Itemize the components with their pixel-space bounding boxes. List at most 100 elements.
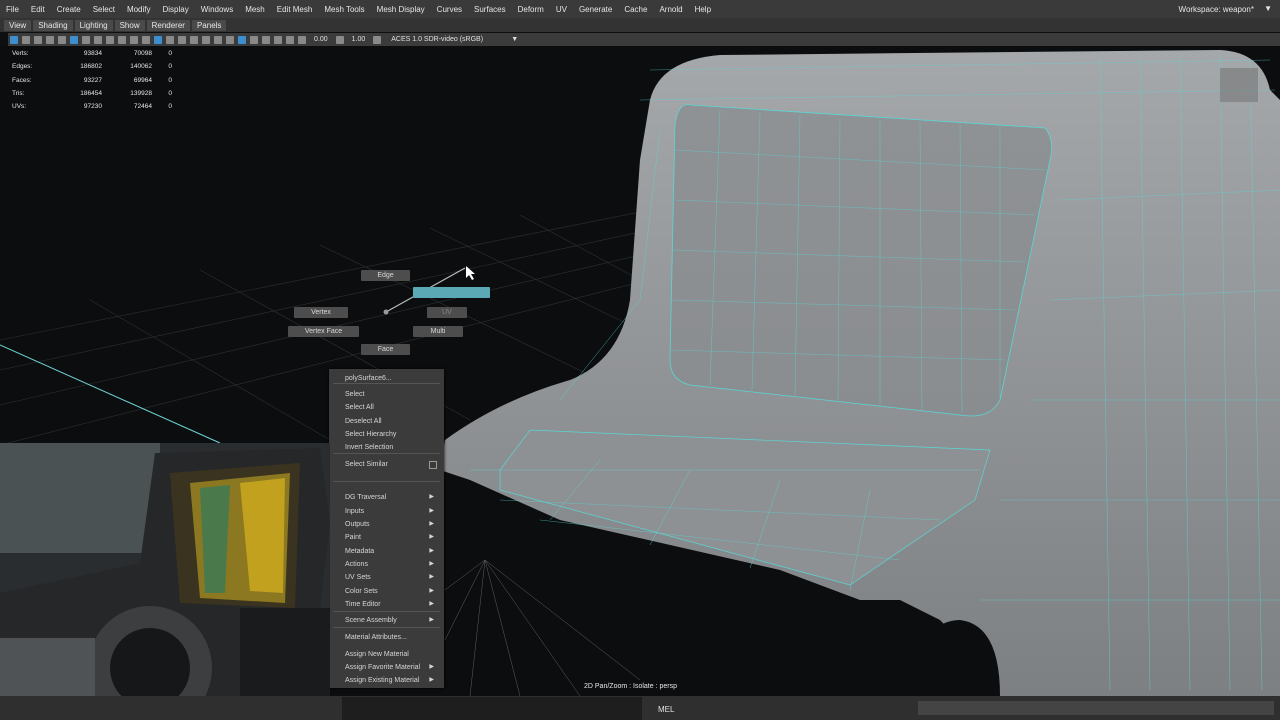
context-item-assign-favorite-material[interactable]: Assign Favorite Material ▶ bbox=[345, 662, 440, 673]
menu-uv[interactable]: UV bbox=[550, 5, 573, 14]
resolution-gate-icon[interactable] bbox=[82, 35, 90, 44]
menu-curves[interactable]: Curves bbox=[431, 5, 468, 14]
safe-action-icon[interactable] bbox=[118, 35, 126, 44]
isolate-select-icon[interactable] bbox=[226, 35, 234, 44]
lighting-icon[interactable] bbox=[178, 35, 186, 44]
menu-deform[interactable]: Deform bbox=[512, 5, 550, 14]
context-item-label: Select All bbox=[345, 404, 374, 411]
mel-label[interactable]: MEL bbox=[658, 705, 674, 714]
workspace-selector[interactable]: Workspace: weapon* bbox=[1179, 0, 1254, 18]
menu-arnold[interactable]: Arnold bbox=[653, 5, 688, 14]
context-item-material-attributes[interactable]: Material Attributes... bbox=[345, 632, 440, 643]
menu-file[interactable]: File bbox=[0, 5, 25, 14]
context-item-color-sets[interactable]: Color Sets ▶ bbox=[345, 586, 440, 597]
context-item-time-editor[interactable]: Time Editor ▶ bbox=[345, 599, 440, 610]
context-item-select-hierarchy[interactable]: Select Hierarchy bbox=[345, 429, 440, 440]
menu-modify[interactable]: Modify bbox=[121, 5, 157, 14]
panel-menu-panels[interactable]: Panels bbox=[191, 20, 227, 31]
command-input[interactable] bbox=[918, 701, 1274, 715]
motion-blur-icon[interactable] bbox=[262, 35, 270, 44]
hud-cell: 140062 bbox=[130, 63, 152, 71]
wireframe-on-shaded-icon[interactable] bbox=[238, 35, 246, 44]
context-item-outputs[interactable]: Outputs ▶ bbox=[345, 519, 440, 530]
film-gate-icon[interactable] bbox=[70, 35, 78, 44]
gate-mask-icon[interactable] bbox=[94, 35, 102, 44]
menu-help[interactable]: Help bbox=[689, 5, 717, 14]
context-item-dg-traversal[interactable]: DG Traversal ▶ bbox=[345, 492, 440, 503]
context-item-metadata[interactable]: Metadata ▶ bbox=[345, 546, 440, 557]
context-item-assign-existing-material[interactable]: Assign Existing Material ▶ bbox=[345, 675, 440, 686]
submenu-arrow-icon: ▶ bbox=[429, 548, 434, 554]
ambient-occlusion-icon[interactable] bbox=[250, 35, 258, 44]
gamma-icon[interactable] bbox=[335, 35, 344, 44]
option-box-icon[interactable] bbox=[429, 461, 437, 469]
bookmark-icon[interactable] bbox=[34, 35, 42, 44]
wireframe-icon[interactable] bbox=[142, 35, 150, 44]
field-chart-icon[interactable] bbox=[106, 35, 114, 44]
axis-line bbox=[0, 344, 221, 444]
context-item-actions[interactable]: Actions ▶ bbox=[345, 559, 440, 570]
context-item-paint[interactable]: Paint ▶ bbox=[345, 532, 440, 543]
menu-mesh-display[interactable]: Mesh Display bbox=[371, 5, 431, 14]
submenu-arrow-icon: ▶ bbox=[429, 617, 434, 623]
menu-mesh[interactable]: Mesh bbox=[239, 5, 271, 14]
depth-of-field-icon[interactable] bbox=[286, 35, 294, 44]
menu-create[interactable]: Create bbox=[51, 5, 87, 14]
workspace-dropdown-icon[interactable]: ▼ bbox=[1264, 4, 1272, 13]
menu-surfaces[interactable]: Surfaces bbox=[468, 5, 512, 14]
context-item-inputs[interactable]: Inputs ▶ bbox=[345, 506, 440, 517]
menu-edit-mesh[interactable]: Edit Mesh bbox=[271, 5, 319, 14]
context-item-label: Assign New Material bbox=[345, 651, 409, 658]
menu-display[interactable]: Display bbox=[157, 5, 195, 14]
menu-cache[interactable]: Cache bbox=[618, 5, 653, 14]
panel-menu-view[interactable]: View bbox=[4, 20, 32, 31]
object-context-menu: polySurface6... Select Select All Deselect … bbox=[329, 369, 444, 688]
context-item-label: Metadata bbox=[345, 548, 375, 555]
panel-menu-shading[interactable]: Shading bbox=[33, 20, 73, 31]
gamma-value[interactable]: 1.00 bbox=[352, 36, 366, 43]
context-item-select[interactable]: Select bbox=[345, 389, 440, 400]
xray-icon[interactable] bbox=[202, 35, 210, 44]
menu-windows[interactable]: Windows bbox=[195, 5, 239, 14]
menu-generate[interactable]: Generate bbox=[573, 5, 618, 14]
menu-mesh-tools[interactable]: Mesh Tools bbox=[318, 5, 370, 14]
exposure-icon[interactable] bbox=[298, 35, 306, 44]
textured-icon[interactable] bbox=[166, 35, 174, 44]
colorspace-select[interactable]: ACES 1.0 SDR-video (sRGB) bbox=[391, 36, 507, 43]
context-item-uv-sets[interactable]: UV Sets ▶ bbox=[345, 572, 440, 583]
marking-vertex[interactable]: Vertex bbox=[294, 307, 348, 318]
context-item-select-all[interactable]: Select All bbox=[345, 402, 440, 413]
menu-edit[interactable]: Edit bbox=[25, 5, 51, 14]
marking-uv[interactable]: UV bbox=[427, 307, 467, 318]
submenu-arrow-icon: ▶ bbox=[429, 534, 434, 540]
context-item-select-similar[interactable]: Select Similar bbox=[345, 459, 440, 470]
marking-multi[interactable]: Multi bbox=[413, 326, 463, 337]
anti-aliasing-icon[interactable] bbox=[274, 35, 282, 44]
menu-select[interactable]: Select bbox=[87, 5, 121, 14]
select-camera-icon[interactable] bbox=[10, 35, 18, 44]
smooth-shade-icon[interactable] bbox=[154, 35, 162, 44]
view-cube[interactable] bbox=[1220, 68, 1258, 102]
marking-object-mode[interactable] bbox=[413, 287, 490, 298]
shadows-icon[interactable] bbox=[190, 35, 198, 44]
xray-joints-icon[interactable] bbox=[214, 35, 222, 44]
image-plane-icon[interactable] bbox=[46, 35, 54, 44]
exposure-value[interactable]: 0.00 bbox=[314, 36, 328, 43]
colorspace-dropdown-icon[interactable]: ▼ bbox=[511, 36, 518, 43]
context-item-scene-assembly[interactable]: Scene Assembly ▶ bbox=[345, 615, 440, 626]
context-item-invert-selection[interactable]: Invert Selection bbox=[345, 442, 440, 453]
panel-menu-renderer[interactable]: Renderer bbox=[146, 20, 190, 31]
context-item-assign-new-material[interactable]: Assign New Material bbox=[345, 649, 440, 660]
color-management-icon[interactable] bbox=[373, 35, 382, 44]
grid-icon[interactable] bbox=[58, 35, 66, 44]
context-item-deselect-all[interactable]: Deselect All bbox=[345, 416, 440, 427]
marking-edge[interactable]: Edge bbox=[361, 270, 410, 281]
panel-menu-lighting[interactable]: Lighting bbox=[74, 20, 113, 31]
camera-attributes-icon[interactable] bbox=[22, 35, 30, 44]
context-item-label: Time Editor bbox=[345, 601, 381, 608]
marking-vertex-face[interactable]: Vertex Face bbox=[288, 326, 359, 337]
safe-title-icon[interactable] bbox=[130, 35, 138, 44]
marking-face[interactable]: Face bbox=[361, 344, 410, 355]
panel-menu-show[interactable]: Show bbox=[114, 20, 145, 31]
submenu-arrow-icon: ▶ bbox=[429, 601, 434, 607]
